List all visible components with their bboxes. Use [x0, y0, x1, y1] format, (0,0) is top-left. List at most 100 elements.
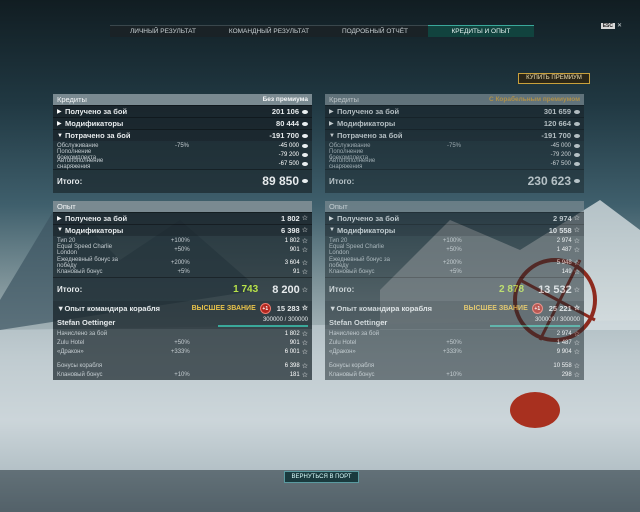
xp-star-icon: ☆: [573, 330, 580, 338]
row-value: 201 106: [271, 107, 299, 116]
row-value: -191 700: [269, 131, 299, 140]
xp-mod-row: Ежедневный бонус за победу +200% 3 604 ☆: [53, 257, 312, 269]
xp-star-icon: ☆: [573, 362, 580, 370]
credits-icon: [574, 143, 580, 148]
credits-icon: [302, 179, 308, 184]
total-label: Итого:: [57, 176, 83, 186]
rank-badge: +1: [259, 302, 271, 314]
credits-icon: [302, 143, 308, 148]
xp-modifiers-row[interactable]: ▼ Модификаторы 6 398 ☆: [53, 223, 312, 236]
cmdr-xp-row: Бонусы корабля 6 398 ☆: [53, 360, 312, 371]
credits-total: 89 850: [262, 174, 299, 189]
credits-icon: [302, 162, 308, 167]
xp-total: 13 532: [538, 283, 572, 296]
credits-mode: Без премиума: [262, 96, 308, 103]
xp-star-icon: ☆: [301, 227, 308, 235]
xp-star-icon: ☆: [301, 215, 308, 223]
received-row[interactable]: ▶ Получено за бой 201 106: [53, 105, 312, 117]
xp-title: Опыт: [57, 201, 76, 211]
tab-bar: ЛИЧНЫЙ РЕЗУЛЬТАТ КОМАНДНЫЙ РЕЗУЛЬТАТ ПОД…: [110, 25, 534, 37]
xp-star-icon: ☆: [573, 215, 580, 223]
commander-xp-row[interactable]: ▼ Опыт командира корабля ВЫСШЕЕ ЗВАНИЕ +1 15…: [53, 301, 312, 316]
xp-star-icon: ☆: [573, 371, 580, 379]
cmdr-xp-row: Начислено за бой 1 802 ☆: [53, 329, 312, 339]
tab-credits-and-xp[interactable]: КРЕДИТЫ И ОПЫТ: [428, 25, 534, 37]
commander-xp-row[interactable]: ▼ Опыт командира корабля ВЫСШЕЕ ЗВАНИЕ +1 25…: [325, 301, 584, 316]
commander-name: Stefan Oettinger: [57, 317, 116, 327]
credits-title: Кредиты: [57, 95, 87, 104]
free-xp-total: 1 743: [233, 284, 259, 296]
row-label: Потрачено за бой: [65, 131, 131, 140]
xp-star-icon: ☆: [301, 269, 308, 277]
xp-modifiers-row[interactable]: ▼ Модификаторы 10 558 ☆: [325, 223, 584, 236]
cost-row: Автопополнение снаряжения -67 500: [53, 158, 312, 170]
xp-total: 8 200: [272, 283, 300, 296]
xp-star-icon: ☆: [573, 227, 580, 235]
received-row[interactable]: ▶ Получено за бой 301 659: [325, 105, 584, 117]
xp-header: Опыт: [325, 200, 584, 212]
xp-header: Опыт: [53, 200, 312, 212]
row-label: Модификаторы: [65, 119, 124, 128]
commander-name-row: Stefan Oettinger 300000 / 300000: [325, 315, 584, 330]
collapse-icon: ▼: [57, 227, 63, 234]
credits-mode: С Корабельным премиумом: [488, 96, 580, 103]
xp-star-icon: ☆: [573, 340, 580, 348]
credits-icon: [574, 152, 580, 157]
credits-icon: [574, 121, 580, 126]
buy-premium-button[interactable]: КУПИТЬ ПРЕМИУМ: [518, 73, 590, 84]
expand-icon: ▶: [329, 215, 334, 222]
xp-received-row[interactable]: ▶ Получено за бой 2 974 ☆: [325, 211, 584, 224]
cmdr-xp-row: Начислено за бой 2 974 ☆: [325, 329, 584, 339]
credits-total: 230 623: [527, 174, 571, 189]
credits-header: Кредиты Без премиума: [53, 94, 312, 105]
row-value: 80 444: [276, 119, 299, 128]
free-xp-total: 2 878: [499, 284, 525, 296]
esc-key-icon: ESC: [600, 22, 615, 29]
credits-icon: [302, 152, 308, 157]
expand-icon: ▶: [329, 121, 334, 127]
credits-icon: [302, 133, 308, 138]
xp-mod-row: Equal Speed Charlie London +50% 901 ☆: [53, 244, 312, 256]
commander-name-row: Stefan Oettinger 300000 / 300000: [53, 315, 312, 330]
xp-star-icon: ☆: [573, 269, 580, 277]
close-control[interactable]: ESC ✕: [600, 22, 622, 29]
rank-label: ВЫСШЕЕ ЗВАНИЕ: [191, 304, 256, 312]
xp-star-icon: ☆: [301, 246, 308, 254]
spent-row[interactable]: ▼ Потрачено за бой -191 700: [325, 129, 584, 141]
xp-mod-row: Equal Speed Charlie London +50% 1 487 ☆: [325, 244, 584, 256]
xp-star-icon: ☆: [573, 286, 580, 294]
xp-total-row: Итого: 1 743 8 200 ☆: [53, 277, 312, 302]
spent-row[interactable]: ▼ Потрачено за бой -191 700: [53, 129, 312, 141]
cmdr-xp-row: Zulu Hotel +50% 1 487 ☆: [325, 338, 584, 348]
xp-received-row[interactable]: ▶ Получено за бой 1 802 ☆: [53, 211, 312, 224]
modifiers-row[interactable]: ▶ Модификаторы 80 444: [53, 117, 312, 129]
modifiers-row[interactable]: ▶ Модификаторы 120 664: [325, 117, 584, 129]
collapse-icon: ▼: [329, 303, 337, 313]
xp-star-icon: ☆: [301, 286, 308, 294]
column-without-premium: Кредиты Без премиума ▶ Получено за бой 201 …: [53, 94, 312, 380]
xp-star-icon: ☆: [301, 260, 308, 268]
cost-row: Автопополнение снаряжения -67 500: [325, 158, 584, 170]
tab-team-result[interactable]: КОМАНДНЫЙ РЕЗУЛЬТАТ: [216, 25, 322, 37]
return-to-port-button[interactable]: ВЕРНУТЬСЯ В ПОРТ: [284, 471, 359, 483]
credits-icon: [302, 121, 308, 126]
xp-star-icon: ☆: [301, 340, 308, 348]
expand-icon: ▶: [57, 109, 62, 115]
xp-star-icon: ☆: [573, 246, 580, 254]
row-label: Получено за бой: [65, 107, 128, 116]
tab-detailed-report[interactable]: ПОДРОБНЫЙ ОТЧЁТ: [322, 25, 428, 37]
credits-icon: [574, 109, 580, 114]
xp-star-icon: ☆: [301, 237, 308, 245]
close-icon[interactable]: ✕: [617, 22, 622, 29]
expand-icon: ▶: [57, 121, 62, 127]
expand-icon: ▶: [57, 215, 62, 222]
xp-star-icon: ☆: [301, 371, 308, 379]
expand-icon: ▶: [329, 109, 334, 115]
xp-star-icon: ☆: [301, 305, 308, 313]
credits-icon: [574, 162, 580, 167]
xp-star-icon: ☆: [301, 362, 308, 370]
commander-progress-bar: 300000 / 300000: [490, 317, 580, 328]
tab-personal-result[interactable]: ЛИЧНЫЙ РЕЗУЛЬТАТ: [110, 25, 216, 37]
credits-total-row: Итого: 89 850: [53, 168, 312, 193]
credits-icon: [574, 133, 580, 138]
